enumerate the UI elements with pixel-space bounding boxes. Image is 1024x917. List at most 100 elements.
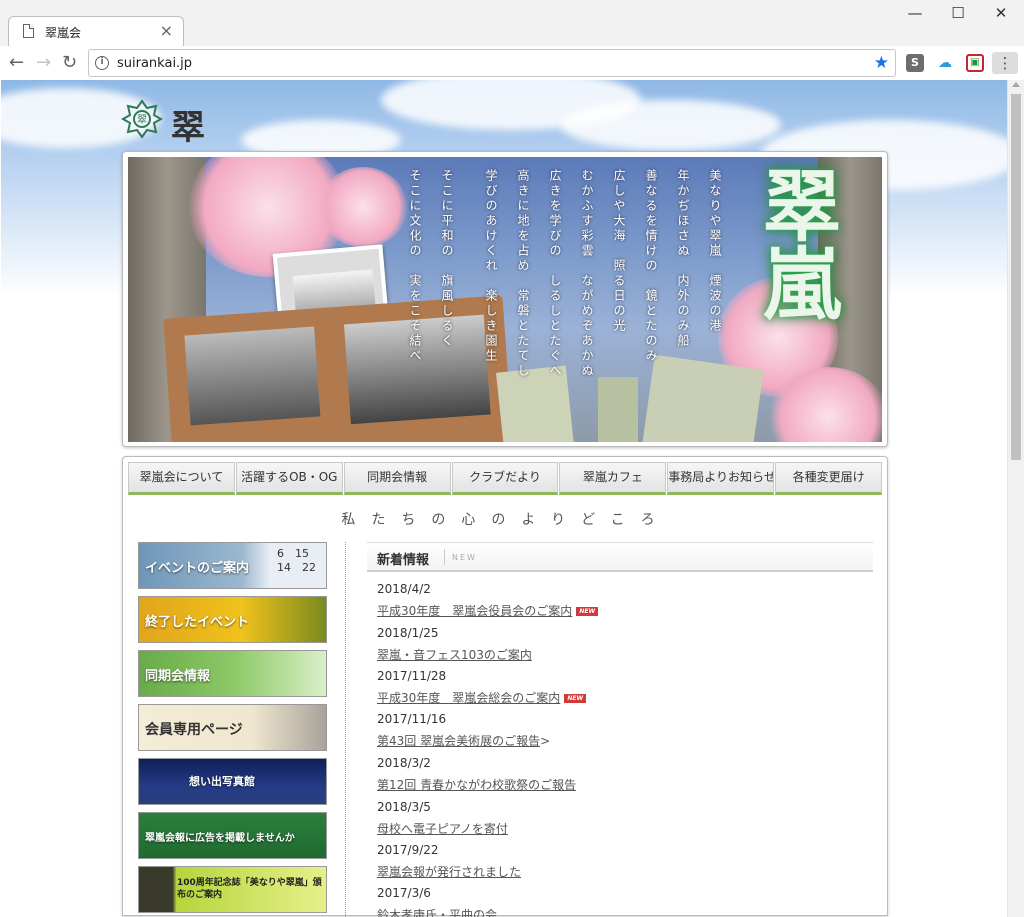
news-item: 2017/3/6 鈴木孝康氏・平曲の会	[377, 886, 867, 917]
side-button-label: 終了したイベント	[145, 615, 250, 630]
side-events-button[interactable]: イベントのご案内 6 15 14 22	[138, 542, 327, 589]
photo-album	[163, 295, 513, 442]
news-item: 2018/4/2 平成30年度 翠嵐会役員会のご案内 NEW	[377, 582, 867, 626]
news-item: 2017/11/28 平成30年度 翠嵐会総会のご案内 NEW	[377, 669, 867, 713]
tab-title: 翠嵐会	[45, 26, 82, 40]
news-header-divider	[444, 549, 445, 565]
nav-class-reunion[interactable]: 同期会情報	[343, 462, 451, 495]
side-reunion-button[interactable]: 同期会情報	[138, 650, 327, 697]
site-info-icon[interactable]: i	[95, 56, 109, 70]
scroll-up-arrow-icon[interactable]	[1012, 82, 1020, 87]
news-link[interactable]: 第12回 青春かながわ校歌祭のご報告	[377, 776, 576, 793]
side-past-events-button[interactable]: 終了したイベント	[138, 596, 327, 643]
side-button-label: 想い出写真館	[189, 775, 255, 788]
cloud-extension-icon[interactable]: ☁	[936, 54, 954, 72]
browser-chrome: 翠嵐会 × — ☐ ✕ ← → ↻ i suirankai.jp ★ S ☁ ▣…	[0, 0, 1024, 80]
news-date: 2017/9/22	[377, 843, 439, 857]
calendar-icon: 6 15 14 22	[277, 547, 316, 574]
news-link[interactable]: 鈴木孝康氏・平曲の会	[377, 906, 497, 917]
back-arrow-icon[interactable]: ←	[9, 52, 24, 73]
forward-arrow-icon[interactable]: →	[36, 52, 51, 73]
news-header: 新着情報 NEW	[367, 542, 873, 572]
main-nav: 翠嵐会について 活躍するOB・OG 同期会情報 クラブだより 翠嵐カフェ 事務局…	[128, 462, 883, 495]
new-badge: NEW	[564, 694, 587, 703]
maximize-button[interactable]: ☐	[948, 4, 968, 22]
poem-line: 年かぢほさぬ 内外のみ船	[676, 169, 690, 349]
minimize-button[interactable]: —	[905, 4, 925, 22]
news-link[interactable]: 平成30年度 翠嵐会総会のご案内 NEW	[377, 689, 587, 706]
sky-cloud	[561, 100, 781, 150]
news-link[interactable]: 母校へ電子ピアノを寄付	[377, 820, 508, 837]
poem-line: 広しや大海 照る日の光	[612, 169, 626, 334]
news-link[interactable]: 翠嵐会報が発行されました	[377, 863, 521, 880]
tab-close-icon[interactable]: ×	[160, 21, 173, 40]
page-viewport: 翠 翠嵐会 美なりや翠嵐 煙波の港 年かぢほさぬ	[1, 80, 1007, 917]
page-scrollbar[interactable]	[1007, 80, 1024, 917]
side-members-button[interactable]: 会員専用ページ	[138, 704, 327, 751]
nav-alumni[interactable]: 活躍するOB・OG	[235, 462, 343, 495]
poem-line: 高きに地を占め 常磐とたてし	[516, 169, 530, 379]
nav-change-forms[interactable]: 各種変更届け	[775, 462, 883, 495]
nav-about[interactable]: 翠嵐会について	[128, 462, 235, 495]
side-button-label: イベントのご案内	[145, 561, 250, 576]
member-directory-book	[496, 365, 574, 442]
member-directory-book	[598, 377, 638, 442]
news-link[interactable]: 翠嵐・音フェス103のご案内	[377, 646, 532, 663]
nav-club-news[interactable]: クラブだより	[451, 462, 559, 495]
poem-line: 学びのあけくれ 楽しき園生	[484, 169, 498, 364]
side-button-label: 翠嵐会報に広告を掲載しませんか	[145, 833, 295, 844]
hero-banner: 美なりや翠嵐 煙波の港 年かぢほさぬ 内外のみ船 善なるを情けの 鏡とたのみ 広…	[128, 157, 882, 442]
poem-line: 広きを学びの しるしとたぐへ	[548, 169, 562, 379]
side-ad-button[interactable]: 翠嵐会報に広告を掲載しませんか	[138, 812, 327, 859]
cherry-blossom	[318, 167, 408, 247]
banner-calligraphy: 翠嵐	[750, 165, 841, 321]
document-icon	[23, 24, 34, 38]
reload-icon[interactable]: ↻	[62, 52, 77, 73]
news-title: 新着情報	[377, 553, 430, 568]
news-item: 2018/3/2 第12回 青春かながわ校歌祭のご報告	[377, 756, 867, 800]
news-title-en: NEW	[452, 553, 477, 562]
side-anniversary-book-button[interactable]: 100周年記念誌「美なりや翠嵐」頒布のご案内	[138, 866, 327, 913]
extension-s-icon[interactable]: S	[906, 54, 924, 72]
svg-text:翠: 翠	[137, 114, 147, 126]
poem-line: むかふす彩雲 ながめぞあかぬ	[580, 169, 594, 379]
column-divider	[345, 542, 346, 917]
side-button-label: 会員専用ページ	[145, 722, 243, 738]
member-directory-book	[642, 354, 764, 442]
side-button-label: 同期会情報	[145, 669, 211, 684]
side-photo-gallery-button[interactable]: 想い出写真館	[138, 758, 327, 805]
school-crest-icon: 翠	[121, 99, 163, 139]
poem-line: 美なりや翠嵐 煙波の港	[708, 169, 722, 334]
poem-line: そこに平和の 旗風しるく	[440, 169, 454, 349]
scrollbar-thumb[interactable]	[1011, 94, 1021, 460]
news-date: 2017/3/6	[377, 886, 431, 900]
news-date: 2018/3/2	[377, 756, 431, 770]
news-date: 2018/3/5	[377, 800, 431, 814]
bookmark-star-icon[interactable]: ★	[874, 53, 889, 73]
nav-office-notices[interactable]: 事務局よりお知らせ	[667, 462, 775, 495]
poem-line: そこに文化の 実をこそ結べ	[408, 169, 422, 364]
news-date: 2018/1/25	[377, 626, 439, 640]
news-date: 2018/4/2	[377, 582, 431, 596]
news-date: 2017/11/16	[377, 712, 447, 726]
poem-line: 善なるを情けの 鏡とたのみ	[644, 169, 658, 364]
side-button-label: 100周年記念誌「美なりや翠嵐」頒布のご案内	[177, 878, 322, 900]
news-item: 2017/9/22 翠嵐会報が発行されました	[377, 843, 867, 887]
hero-banner-frame: 美なりや翠嵐 煙波の港 年かぢほさぬ 内外のみ船 善なるを情けの 鏡とたのみ 広…	[122, 151, 888, 447]
news-item: 2018/3/5 母校へ電子ピアノを寄付	[377, 800, 867, 844]
url-text[interactable]: suirankai.jp	[117, 56, 192, 71]
news-item: 2018/1/25 翠嵐・音フェス103のご案内	[377, 626, 867, 670]
site-tagline: 私たちの心のよりどころ	[341, 512, 671, 528]
extension-box-icon[interactable]: ▣	[966, 54, 984, 72]
content-frame: 翠嵐会について 活躍するOB・OG 同期会情報 クラブだより 翠嵐カフェ 事務局…	[122, 456, 888, 917]
new-badge: NEW	[576, 607, 599, 616]
close-window-button[interactable]: ✕	[991, 4, 1011, 22]
address-bar[interactable]: i suirankai.jp ★	[88, 49, 896, 77]
news-link[interactable]: 第43回 翠嵐会美術展のご報告>	[377, 732, 550, 749]
nav-cafe[interactable]: 翠嵐カフェ	[559, 462, 667, 495]
browser-menu-icon[interactable]: ⋮	[992, 52, 1018, 74]
news-date: 2017/11/28	[377, 669, 447, 683]
browser-tab[interactable]: 翠嵐会 ×	[8, 16, 184, 46]
news-item: 2017/11/16 第43回 翠嵐会美術展のご報告>	[377, 712, 867, 756]
news-link[interactable]: 平成30年度 翠嵐会役員会のご案内 NEW	[377, 602, 599, 619]
